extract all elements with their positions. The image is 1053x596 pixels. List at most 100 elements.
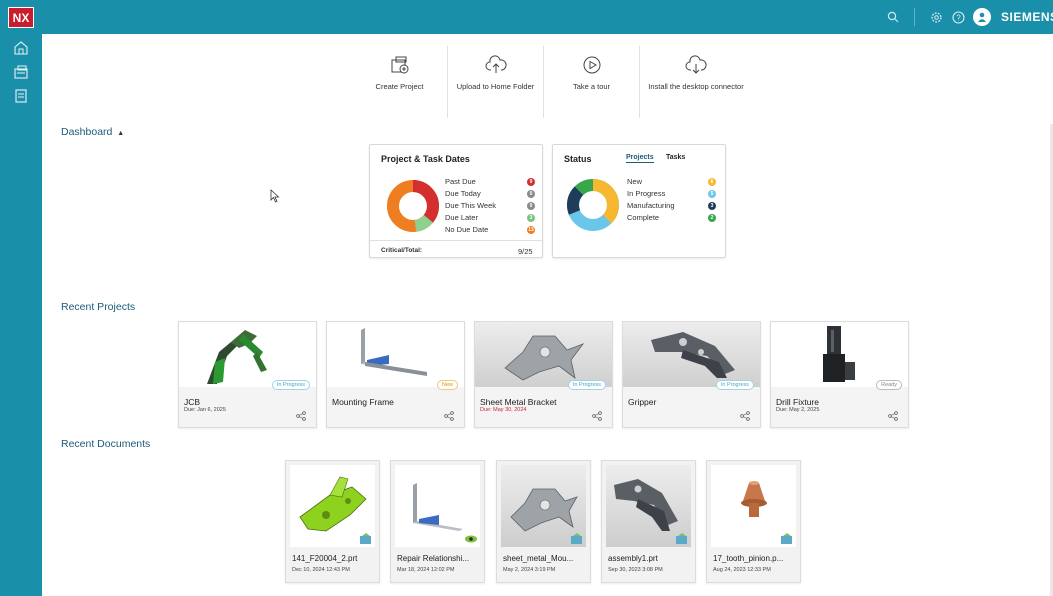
- legend-complete[interactable]: Complete: [627, 213, 659, 222]
- project-task-dates-card: Project & Task Dates Past Due Due Today …: [369, 144, 543, 258]
- gripper-model-icon: [651, 332, 735, 378]
- create-project-icon: [391, 56, 408, 74]
- dashboard-toggle[interactable]: Dashboard ▲: [61, 126, 124, 138]
- install-connector-button[interactable]: Install the desktop connector: [640, 46, 752, 118]
- project-thumbnail: [327, 322, 464, 387]
- caret-up-icon: ▲: [117, 130, 125, 137]
- document-card[interactable]: Repair Relationshi... Mar 18, 2024 12:02…: [390, 460, 485, 583]
- recent-projects-title: Recent Projects: [61, 301, 136, 313]
- project-card-sheet-metal-bracket[interactable]: In Progress Sheet Metal Bracket Due: May…: [474, 321, 613, 428]
- document-name: sheet_metal_Mou...: [503, 554, 574, 563]
- document-date: Mar 18, 2024 12:02 PM: [397, 567, 455, 573]
- critical-total-label: Critical/Total:: [381, 247, 423, 254]
- status-badge: In Progress: [567, 380, 606, 390]
- share-icon[interactable]: [444, 411, 454, 421]
- manufacturing-count: 3: [708, 202, 716, 210]
- share-icon[interactable]: [296, 411, 306, 421]
- document-name: 17_tooth_pinion.p...: [713, 554, 784, 563]
- legend-manufacturing[interactable]: Manufacturing: [627, 201, 675, 210]
- cloud-upload-icon: [485, 55, 507, 73]
- project-name: Sheet Metal Bracket: [480, 397, 557, 407]
- project-name: Drill Fixture: [776, 397, 819, 407]
- projects-icon[interactable]: [13, 64, 29, 80]
- complete-count: 2: [708, 214, 716, 222]
- critical-total-value: 9/25: [518, 247, 533, 256]
- no-due-date-count: 13: [527, 226, 535, 234]
- due-this-week-count: 0: [527, 202, 535, 210]
- legend-due-today[interactable]: Due Today: [445, 189, 481, 198]
- project-thumbnail: [179, 322, 316, 387]
- view-file-icon: [465, 535, 477, 543]
- project-card-mounting-frame[interactable]: New Mounting Frame: [326, 321, 465, 428]
- project-due-date: Due: May 2, 2025: [776, 407, 820, 413]
- help-icon[interactable]: ?: [947, 6, 969, 28]
- legend-past-due[interactable]: Past Due: [445, 177, 476, 186]
- past-due-count: 9: [527, 178, 535, 186]
- mounting-frame-model-icon: [361, 328, 427, 376]
- project-thumbnail: [771, 322, 908, 387]
- settings-icon[interactable]: [925, 6, 947, 28]
- play-icon: [583, 56, 600, 74]
- share-icon[interactable]: [592, 411, 602, 421]
- document-card[interactable]: 17_tooth_pinion.p... Aug 24, 2023 12:33 …: [706, 460, 801, 583]
- nx-file-icon: [676, 533, 687, 544]
- upload-home-folder-button[interactable]: Upload to Home Folder: [448, 46, 544, 118]
- project-card-drill-fixture[interactable]: Ready Drill Fixture Due: May 2, 2025: [770, 321, 909, 428]
- document-date: May 2, 2024 3:19 PM: [503, 567, 556, 573]
- user-icon[interactable]: [973, 8, 991, 26]
- legend-new[interactable]: New: [627, 177, 642, 186]
- dates-card-title: Project & Task Dates: [381, 154, 470, 164]
- sheet-metal-bracket-model-icon: [504, 335, 585, 381]
- quick-actions: Create Project Upload to Home Folder Tak…: [352, 46, 752, 118]
- project-name: JCB: [184, 397, 201, 407]
- status-badge: In Progress: [271, 380, 310, 390]
- mouse-cursor-icon: [270, 189, 280, 203]
- project-name: Mounting Frame: [332, 397, 394, 407]
- svg-text:?: ?: [956, 13, 961, 22]
- share-icon[interactable]: [740, 411, 750, 421]
- legend-in-progress[interactable]: In Progress: [627, 189, 665, 198]
- new-count: 6: [708, 178, 716, 186]
- status-badge: Ready: [876, 380, 902, 390]
- status-donut-chart: [567, 179, 619, 231]
- main-content: Create Project Upload to Home Folder Tak…: [42, 34, 1053, 596]
- document-card[interactable]: sheet_metal_Mou... May 2, 2024 3:19 PM: [496, 460, 591, 583]
- project-thumbnail: [475, 322, 612, 387]
- create-project-button[interactable]: Create Project: [352, 46, 448, 118]
- project-due-date: Due: Jan 6, 2025: [184, 407, 226, 413]
- project-due-date: Due: May 30, 2024: [480, 407, 527, 413]
- take-tour-label: Take a tour: [572, 82, 611, 91]
- project-card-jcb[interactable]: In Progress JCB Due: Jan 6, 2025: [178, 321, 317, 428]
- top-bar-right: ? SIEMENS: [882, 0, 1053, 34]
- upload-home-folder-label: Upload to Home Folder: [456, 82, 535, 91]
- recent-documents-title: Recent Documents: [61, 438, 151, 450]
- nx-logo: NX: [8, 7, 34, 28]
- legend-due-this-week[interactable]: Due This Week: [445, 201, 496, 210]
- document-card[interactable]: assembly1.prt Sep 30, 2023 3:08 PM: [601, 460, 696, 583]
- sidebar: [0, 34, 42, 596]
- document-name: Repair Relationshi...: [397, 554, 470, 563]
- in-progress-count: 5: [708, 190, 716, 198]
- brand-name: SIEMENS: [1001, 10, 1053, 24]
- status-badge: In Progress: [715, 380, 754, 390]
- take-tour-button[interactable]: Take a tour: [544, 46, 640, 118]
- nx-file-icon: [571, 533, 582, 544]
- dashboard-title: Dashboard: [61, 126, 113, 138]
- tab-tasks[interactable]: Tasks: [666, 154, 685, 161]
- document-date: Sep 30, 2023 3:08 PM: [608, 567, 663, 573]
- project-card-gripper[interactable]: In Progress Gripper: [622, 321, 761, 428]
- home-icon[interactable]: [13, 40, 29, 56]
- legend-no-due-date[interactable]: No Due Date: [445, 225, 488, 234]
- share-icon[interactable]: [888, 411, 898, 421]
- legend-due-later[interactable]: Due Later: [445, 213, 478, 222]
- status-card-title: Status: [564, 154, 592, 164]
- document-card[interactable]: 141_F20004_2.prt Dec 10, 2024 12:43 PM: [285, 460, 380, 583]
- search-icon[interactable]: [882, 6, 904, 28]
- dates-donut-chart: [387, 180, 439, 232]
- documents-icon[interactable]: [13, 88, 29, 104]
- project-thumbnail: [623, 322, 760, 387]
- document-date: Aug 24, 2023 12:33 PM: [713, 567, 771, 573]
- jcb-arm-model-icon: [207, 330, 267, 384]
- tab-projects[interactable]: Projects: [626, 154, 654, 163]
- due-later-count: 3: [527, 214, 535, 222]
